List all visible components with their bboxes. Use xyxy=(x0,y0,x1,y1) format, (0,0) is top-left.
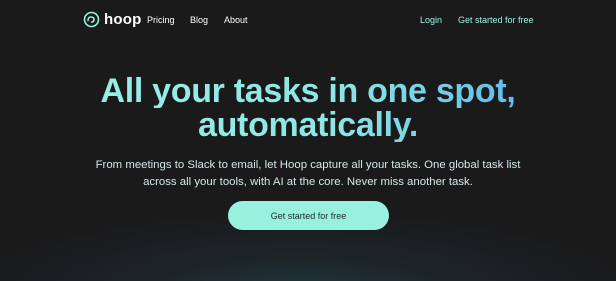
nav-link-blog[interactable]: Blog xyxy=(190,15,208,25)
nav-link-about[interactable]: About xyxy=(224,15,248,25)
nav-get-started-link[interactable]: Get started for free xyxy=(458,15,534,25)
login-link[interactable]: Login xyxy=(420,15,442,25)
hero-title-line-1: All your tasks in one spot, xyxy=(0,74,616,108)
get-started-button[interactable]: Get started for free xyxy=(228,201,389,230)
nav-link-pricing[interactable]: Pricing xyxy=(147,15,175,25)
logo-link[interactable]: hoop xyxy=(83,11,141,28)
landing-page: hoop Pricing Blog About Login Get starte… xyxy=(0,0,616,281)
hero-title-line-1-accent: spot, xyxy=(435,72,516,110)
logo-text: hoop xyxy=(104,11,142,28)
hero-subtitle: From meetings to Slack to email, let Hoo… xyxy=(95,159,521,188)
top-navigation: hoop Pricing Blog About Login Get starte… xyxy=(0,0,616,42)
hero-title-line-2: automatically. xyxy=(0,108,616,142)
hoop-logo-icon xyxy=(83,11,100,28)
hero-title-line-1-text: All your tasks in one xyxy=(100,72,436,110)
hero-title: All your tasks in one spot, automaticall… xyxy=(0,74,616,142)
